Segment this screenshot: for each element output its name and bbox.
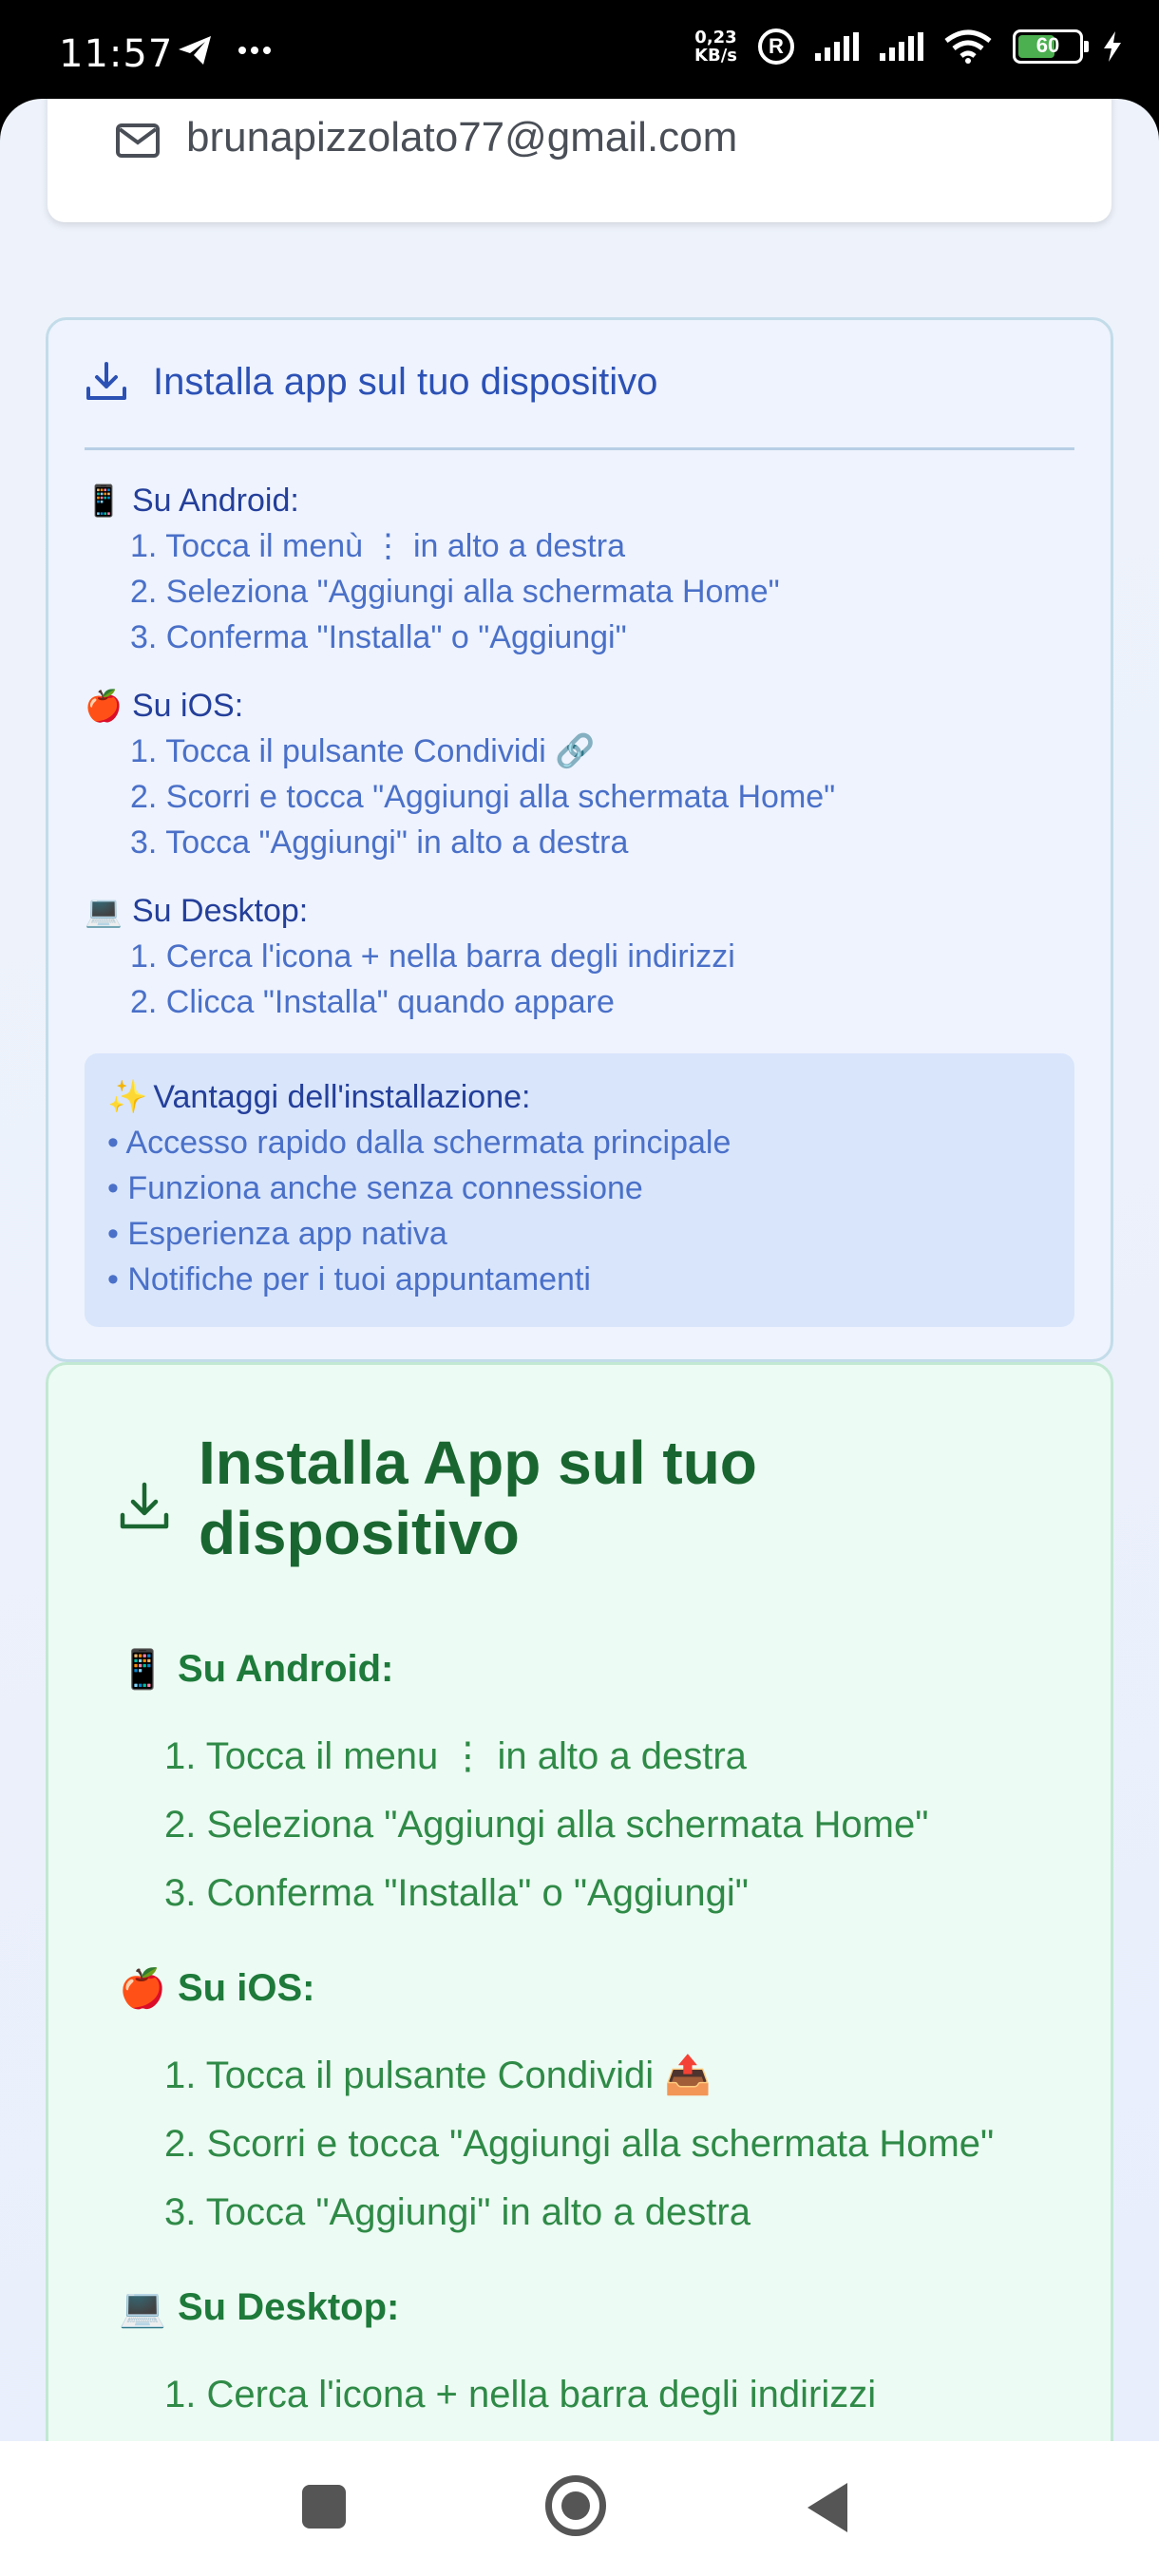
wifi-icon: [944, 29, 992, 64]
recents-button[interactable]: [302, 2485, 346, 2529]
phone-icon: 📱: [85, 483, 123, 519]
list-item: • Esperienza app nativa: [107, 1216, 447, 1252]
signal-icon-2: [880, 32, 923, 61]
back-button[interactable]: [808, 2483, 847, 2532]
clock: 11:57: [59, 32, 174, 76]
download-icon: [120, 1482, 169, 1529]
divider: [85, 447, 1074, 450]
system-nav-bar: [0, 2441, 1159, 2576]
android-section: 📱 Su Android: 1. Tocca il menu ⋮ in alto …: [119, 1640, 928, 1933]
benefits-heading: Vantaggi dell'installazione:: [153, 1079, 531, 1115]
mail-icon: [116, 123, 160, 158]
list-item: 2. Seleziona "Aggiungi alla schermata Ho…: [130, 574, 780, 610]
download-icon: [86, 362, 126, 400]
section-heading: Su iOS:: [132, 687, 244, 724]
list-item: 2. Scorri e tocca "Aggiungi alla scherma…: [164, 2123, 995, 2165]
section-heading: Su Android:: [132, 482, 299, 519]
list-item: 2. Clicca "Installa" quando appare: [130, 984, 615, 1020]
apple-icon: 🍎: [85, 688, 123, 724]
install-box-header: Installa app sul tuo dispositivo: [85, 360, 657, 404]
signal-icon: [815, 32, 859, 61]
install-app-card: Installa App sul tuo dispositivo 📱 Su And…: [46, 1362, 1113, 2441]
home-button[interactable]: [545, 2475, 606, 2536]
section-heading: Su Desktop:: [178, 2285, 400, 2328]
section-heading: Su Android:: [178, 1647, 394, 1690]
page-content: brunapizzolato77@gmail.com Installa app …: [0, 99, 1159, 2441]
list-item: 2. Seleziona "Aggiungi alla schermata Ho…: [164, 1804, 929, 1846]
list-item: 1. Cerca l'icona + nella barra degli ind…: [164, 2374, 877, 2415]
email-address: brunapizzolato77@gmail.com: [186, 114, 738, 161]
apple-icon: 🍎: [119, 1966, 166, 2011]
desktop-section: 💻 Su Desktop: 1. Cerca l'icona + nella ba…: [119, 2279, 876, 2434]
list-item: 1. Cerca l'icona + nella barra degli ind…: [130, 938, 735, 975]
list-item: 3. Tocca "Aggiungi" in alto a destra: [164, 2191, 750, 2233]
battery-icon: 60: [1013, 29, 1089, 64]
desktop-section: 💻 Su Desktop: 1. Cerca l'icona + nella ba…: [85, 888, 735, 1025]
list-item: 3. Tocca "Aggiungi" in alto a destra: [130, 824, 629, 861]
list-item: • Funziona anche senza connessione: [107, 1170, 643, 1206]
list-item: • Notifiche per i tuoi appuntamenti: [107, 1261, 591, 1297]
telegram-icon: [179, 36, 211, 65]
list-item: 3. Conferma "Installa" o "Aggiungi": [130, 619, 627, 655]
list-item: 2. Scorri e tocca "Aggiungi alla scherma…: [130, 779, 836, 815]
android-section: 📱 Su Android: 1. Tocca il menù ⋮ in alto …: [85, 478, 780, 660]
list-item: 1. Tocca il pulsante Condividi 🔗: [130, 733, 596, 769]
network-speed: 0,23 KB/s: [694, 28, 737, 66]
install-card-title: Installa App sul tuo dispositivo: [199, 1429, 757, 1567]
phone-icon: 📱: [119, 1647, 166, 1692]
ios-section: 🍎 Su iOS: 1. Tocca il pulsante Condividi …: [85, 683, 835, 865]
install-instructions-box: Installa app sul tuo dispositivo 📱 Su And…: [46, 317, 1113, 1362]
install-box-title: Installa app sul tuo dispositivo: [153, 360, 658, 403]
email-card: brunapizzolato77@gmail.com: [48, 99, 1112, 222]
status-bar: 11:57 0,23 KB/s R 60: [0, 0, 1159, 104]
list-item: 1. Tocca il menu ⋮ in alto a destra: [164, 1735, 747, 1777]
list-item: 1. Tocca il menù ⋮ in alto a destra: [130, 528, 625, 564]
roaming-icon: R: [758, 28, 794, 65]
section-heading: Su Desktop:: [132, 892, 309, 929]
list-item: 3. Conferma "Installa" o "Aggiungi": [164, 1872, 749, 1914]
laptop-icon: 💻: [119, 2285, 166, 2330]
list-item: • Accesso rapido dalla schermata princip…: [107, 1125, 732, 1161]
section-heading: Su iOS:: [178, 1966, 315, 2009]
charging-icon: [1104, 31, 1121, 62]
sparkles-icon: ✨: [107, 1078, 148, 1116]
benefits-box: ✨ Vantaggi dell'installazione: • Accesso …: [85, 1053, 1074, 1327]
list-item: 1. Tocca il pulsante Condividi 📤: [164, 2055, 712, 2096]
ios-section: 🍎 Su iOS: 1. Tocca il pulsante Condividi …: [119, 1960, 994, 2252]
more-icon: [238, 47, 271, 54]
laptop-icon: 💻: [85, 893, 123, 929]
